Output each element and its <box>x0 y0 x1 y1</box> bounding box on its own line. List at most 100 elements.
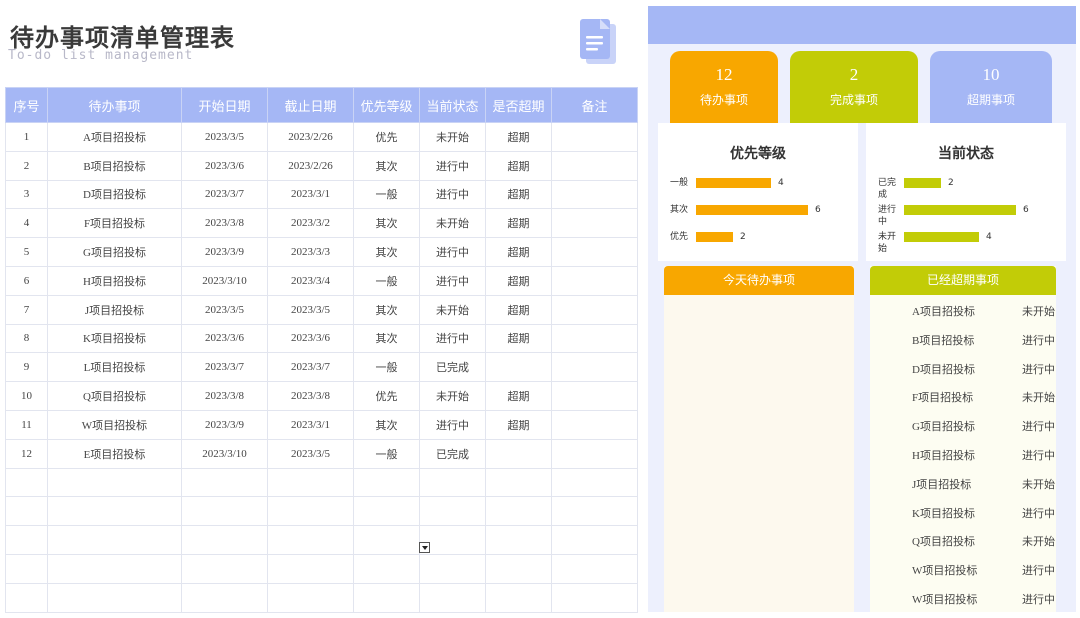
table-cell[interactable] <box>551 352 638 383</box>
table-cell[interactable]: 超期 <box>485 237 552 267</box>
table-cell[interactable]: 12 <box>5 438 48 469</box>
table-cell[interactable] <box>551 582 638 613</box>
table-cell[interactable]: 6 <box>5 265 48 296</box>
table-cell[interactable] <box>485 553 552 584</box>
table-cell[interactable]: 超期 <box>485 179 552 210</box>
table-cell[interactable] <box>181 525 268 555</box>
table-cell[interactable]: 2023/3/2 <box>267 208 354 239</box>
table-cell[interactable]: 2023/3/8 <box>267 381 354 411</box>
table-cell[interactable]: 超期 <box>485 208 552 239</box>
table-cell[interactable] <box>419 582 486 613</box>
table-cell[interactable]: 未开始 <box>419 122 486 152</box>
table-cell[interactable]: 未开始 <box>419 381 486 411</box>
table-cell[interactable] <box>551 179 638 210</box>
table-cell[interactable] <box>267 525 354 555</box>
table-cell[interactable] <box>47 525 182 555</box>
table-cell[interactable] <box>551 150 638 181</box>
table-cell[interactable]: 1 <box>5 122 48 152</box>
table-cell[interactable] <box>551 237 638 267</box>
table-cell[interactable]: 已完成 <box>419 352 486 383</box>
table-cell[interactable]: 其次 <box>353 208 420 239</box>
table-cell[interactable]: 2023/3/7 <box>181 352 268 383</box>
table-cell[interactable]: J项目招投标 <box>47 294 182 325</box>
table-cell[interactable]: 2023/3/7 <box>181 179 268 210</box>
table-cell[interactable]: 2023/3/1 <box>267 179 354 210</box>
table-cell[interactable]: 2023/3/5 <box>267 438 354 469</box>
table-cell[interactable]: 超期 <box>485 323 552 354</box>
table-cell[interactable]: 2023/3/7 <box>267 352 354 383</box>
table-cell[interactable]: 进行中 <box>419 179 486 210</box>
table-cell[interactable]: 4 <box>5 208 48 239</box>
table-cell[interactable]: 超期 <box>485 122 552 152</box>
table-cell[interactable]: 2023/3/6 <box>181 323 268 354</box>
table-cell[interactable] <box>485 582 552 613</box>
table-cell[interactable] <box>5 582 48 613</box>
table-cell[interactable] <box>267 467 354 498</box>
table-cell[interactable] <box>551 525 638 555</box>
table-cell[interactable]: 2023/3/3 <box>267 237 354 267</box>
table-cell[interactable]: K项目招投标 <box>47 323 182 354</box>
table-cell[interactable]: 10 <box>5 381 48 411</box>
table-cell[interactable]: 已完成 <box>419 438 486 469</box>
table-cell[interactable] <box>353 582 420 613</box>
table-cell[interactable]: 2023/2/26 <box>267 150 354 181</box>
table-cell[interactable] <box>5 553 48 584</box>
table-cell[interactable]: 超期 <box>485 265 552 296</box>
table-cell[interactable]: H项目招投标 <box>47 265 182 296</box>
table-cell[interactable]: 其次 <box>353 323 420 354</box>
table-cell[interactable] <box>551 409 638 440</box>
table-cell[interactable]: F项目招投标 <box>47 208 182 239</box>
cell-dropdown-button[interactable] <box>419 542 430 553</box>
table-cell[interactable]: 进行中 <box>419 150 486 181</box>
table-cell[interactable]: 超期 <box>485 409 552 440</box>
table-cell[interactable] <box>551 496 638 527</box>
table-cell[interactable] <box>551 553 638 584</box>
table-cell[interactable] <box>181 553 268 584</box>
table-cell[interactable] <box>485 467 552 498</box>
table-cell[interactable] <box>551 265 638 296</box>
table-cell[interactable]: 超期 <box>485 150 552 181</box>
table-cell[interactable]: 2023/3/5 <box>267 294 354 325</box>
table-cell[interactable] <box>353 553 420 584</box>
table-cell[interactable] <box>181 582 268 613</box>
table-cell[interactable]: 8 <box>5 323 48 354</box>
table-cell[interactable]: 2023/2/26 <box>267 122 354 152</box>
table-cell[interactable]: 2023/3/6 <box>267 323 354 354</box>
table-cell[interactable]: 9 <box>5 352 48 383</box>
table-cell[interactable]: 优先 <box>353 122 420 152</box>
table-cell[interactable]: 超期 <box>485 294 552 325</box>
table-cell[interactable]: 优先 <box>353 381 420 411</box>
table-cell[interactable] <box>485 352 552 383</box>
table-cell[interactable] <box>551 294 638 325</box>
table-cell[interactable]: 一般 <box>353 438 420 469</box>
table-cell[interactable] <box>551 122 638 152</box>
table-cell[interactable]: 超期 <box>485 381 552 411</box>
table-cell[interactable]: 进行中 <box>419 237 486 267</box>
table-cell[interactable]: 进行中 <box>419 323 486 354</box>
table-cell[interactable]: 2023/3/10 <box>181 265 268 296</box>
table-cell[interactable]: B项目招投标 <box>47 150 182 181</box>
table-cell[interactable]: 进行中 <box>419 409 486 440</box>
table-cell[interactable]: G项目招投标 <box>47 237 182 267</box>
table-cell[interactable]: W项目招投标 <box>47 409 182 440</box>
table-cell[interactable]: 2023/3/4 <box>267 265 354 296</box>
table-cell[interactable] <box>485 525 552 555</box>
table-cell[interactable]: A项目招投标 <box>47 122 182 152</box>
table-cell[interactable]: 2023/3/8 <box>181 381 268 411</box>
table-cell[interactable]: 2023/3/6 <box>181 150 268 181</box>
table-cell[interactable] <box>485 438 552 469</box>
table-cell[interactable]: 2023/3/5 <box>181 122 268 152</box>
table-cell[interactable] <box>47 582 182 613</box>
table-cell[interactable]: 未开始 <box>419 294 486 325</box>
table-cell[interactable]: 2023/3/5 <box>181 294 268 325</box>
table-cell[interactable]: 2023/3/1 <box>267 409 354 440</box>
table-cell[interactable] <box>485 496 552 527</box>
table-cell[interactable]: 进行中 <box>419 265 486 296</box>
table-cell[interactable]: 一般 <box>353 179 420 210</box>
table-cell[interactable]: 11 <box>5 409 48 440</box>
table-cell[interactable] <box>551 467 638 498</box>
table-cell[interactable] <box>5 496 48 527</box>
table-cell[interactable]: Q项目招投标 <box>47 381 182 411</box>
table-cell[interactable]: E项目招投标 <box>47 438 182 469</box>
table-cell[interactable]: 其次 <box>353 237 420 267</box>
